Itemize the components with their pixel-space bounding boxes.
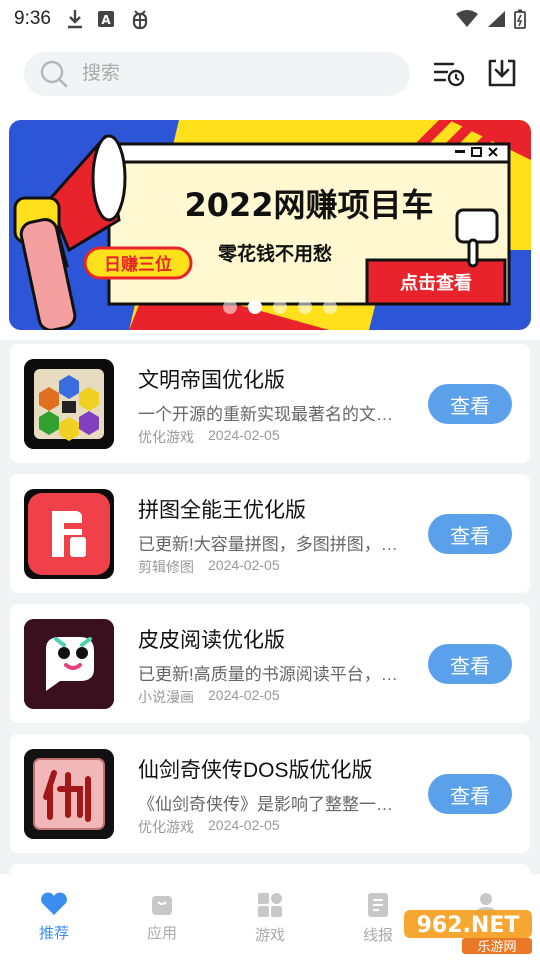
- app-card[interactable]: 仙剑奇侠传DOS版优化版 《仙剑奇侠传》是影响了整整一代人的经典 优化游戏 20…: [10, 734, 530, 853]
- tab-label: 推荐: [38, 925, 69, 942]
- site-watermark-logo: 962.NET 乐游网: [402, 906, 534, 956]
- app-card[interactable]: 文明帝国优化版 一个开源的重新实现最著名的文明类游戏 优化游戏 2024-02-…: [10, 344, 530, 463]
- banner-dot[interactable]: [323, 300, 337, 314]
- app-meta: 优化游戏 2024-02-05: [138, 427, 280, 447]
- app-date: 2024-02-05: [208, 817, 280, 833]
- bug-status-icon: [132, 10, 148, 30]
- banner-badge: 日赚三位: [104, 254, 172, 275]
- wifi-icon: [456, 10, 478, 27]
- banner-cta: 点击查看: [400, 272, 472, 294]
- banner-section: 2022网赚项目车 零花钱不用愁 日赚三位 点击查看: [0, 108, 540, 340]
- view-button[interactable]: 查看: [428, 774, 512, 814]
- header: [0, 38, 540, 108]
- app-meta: 剪辑修图 2024-02-05: [138, 557, 280, 577]
- view-button[interactable]: 查看: [428, 384, 512, 424]
- status-time: 9:36: [14, 8, 51, 29]
- app-title: 仙剑奇侠传DOS版优化版: [138, 759, 373, 782]
- app-category: 小说漫画: [138, 689, 194, 705]
- banner-pagination: [9, 300, 531, 314]
- app-category: 优化游戏: [138, 819, 194, 835]
- document-icon: [368, 893, 388, 917]
- banner-dot-active[interactable]: [248, 300, 262, 314]
- status-bar: 9:36 A: [0, 0, 540, 38]
- banner-dot[interactable]: [298, 300, 312, 314]
- heart-icon: [41, 892, 67, 915]
- app-date: 2024-02-05: [208, 687, 280, 703]
- tab-label: 应用: [146, 925, 177, 942]
- watermark-text: 962.NET: [417, 913, 520, 938]
- history-button[interactable]: [432, 56, 466, 90]
- download-tray-icon: [488, 59, 516, 87]
- app-meta: 小说漫画 2024-02-05: [138, 687, 280, 707]
- search-bar[interactable]: [24, 52, 410, 96]
- view-button[interactable]: 查看: [428, 644, 512, 684]
- view-button[interactable]: 查看: [428, 514, 512, 554]
- download-status-icon: [67, 10, 82, 29]
- app-card[interactable]: 皮皮阅读优化版 已更新!高质量的书源阅读平台，海量小说 小说漫画 2024-02…: [10, 604, 530, 723]
- watermark-subtext: 乐游网: [477, 940, 516, 955]
- tab-label: 游戏: [254, 927, 285, 944]
- app-title: 拼图全能王优化版: [138, 499, 306, 522]
- app-category: 优化游戏: [138, 429, 194, 445]
- tab-games[interactable]: 游戏: [216, 874, 324, 960]
- app-description: 已更新!高质量的书源阅读平台，海量小说: [138, 665, 408, 684]
- app-description: 已更新!大容量拼图，多图拼图，长图拼接: [138, 535, 408, 554]
- grid-icon: [258, 893, 282, 917]
- battery-icon: [514, 9, 526, 29]
- xianjian-app-icon: [24, 749, 114, 839]
- puzzle-app-icon: [24, 489, 114, 579]
- banner-dot[interactable]: [273, 300, 287, 314]
- banner-tagline: 零花钱不用愁: [217, 242, 332, 265]
- banner-dot[interactable]: [223, 300, 237, 314]
- downloads-button[interactable]: [485, 56, 519, 90]
- app-date: 2024-02-05: [208, 427, 280, 443]
- search-icon: [40, 60, 68, 88]
- app-meta: 优化游戏 2024-02-05: [138, 817, 280, 837]
- app-description: 《仙剑奇侠传》是影响了整整一代人的经典: [138, 795, 408, 814]
- app-date: 2024-02-05: [208, 557, 280, 573]
- signal-icon: [488, 11, 505, 27]
- app-category: 剪辑修图: [138, 559, 194, 575]
- app-title: 皮皮阅读优化版: [138, 629, 285, 652]
- tab-recommend[interactable]: 推荐: [0, 874, 108, 960]
- tab-label: 线报: [362, 927, 393, 944]
- civilization-app-icon: [24, 359, 114, 449]
- bag-icon: [152, 896, 172, 915]
- app-title: 文明帝国优化版: [138, 369, 285, 392]
- font-status-icon: A: [97, 11, 114, 27]
- promo-banner[interactable]: 2022网赚项目车 零花钱不用愁 日赚三位 点击查看: [9, 120, 531, 330]
- svg-text:A: A: [101, 13, 111, 27]
- app-description: 一个开源的重新实现最著名的文明类游戏: [138, 405, 408, 424]
- app-card[interactable]: 拼图全能王优化版 已更新!大容量拼图，多图拼图，长图拼接 剪辑修图 2024-0…: [10, 474, 530, 593]
- pipi-reader-app-icon: [24, 619, 114, 709]
- banner-art: 2022网赚项目车 零花钱不用愁 日赚三位 点击查看: [9, 120, 531, 330]
- tab-apps[interactable]: 应用: [108, 874, 216, 960]
- search-input[interactable]: [82, 63, 362, 85]
- banner-headline: 2022网赚项目车: [184, 186, 433, 224]
- history-list-icon: [433, 62, 465, 87]
